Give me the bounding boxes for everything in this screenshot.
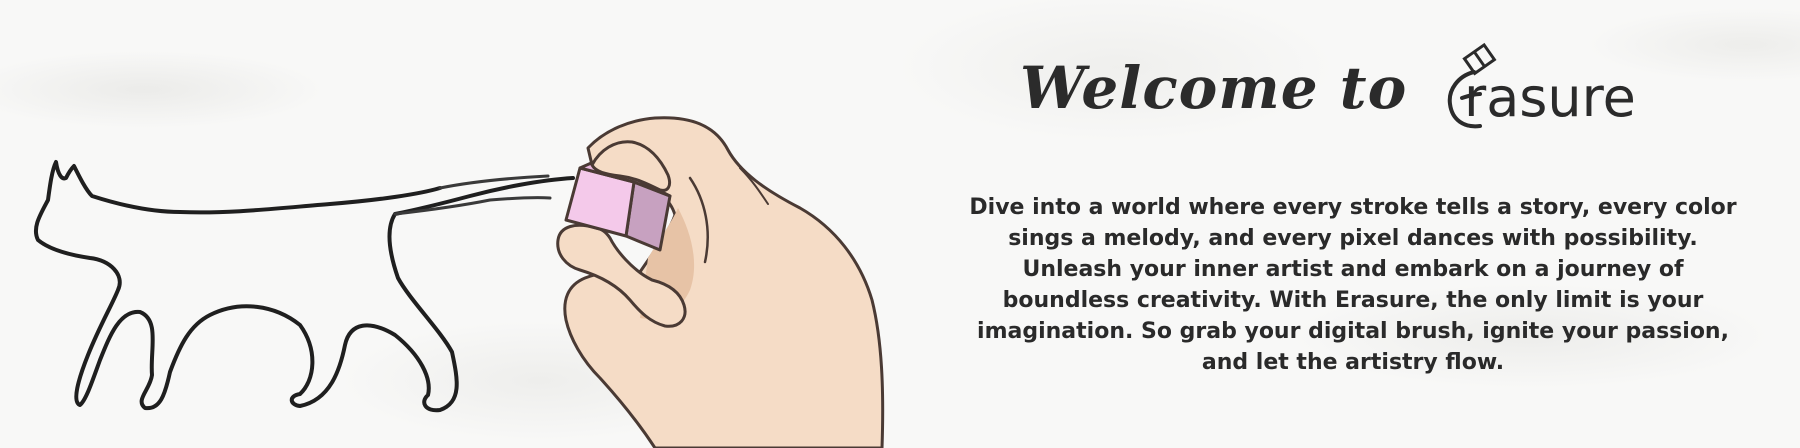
cat-sketch <box>33 160 575 413</box>
brand-name: rasure <box>1464 66 1636 129</box>
hero-section: Welcome to rasure Dive into a world wher… <box>0 0 1800 448</box>
welcome-prefix: Welcome to <box>1020 54 1408 122</box>
welcome-heading: Welcome to rasure <box>1000 36 1700 136</box>
hero-description: Dive into a world where every stroke tel… <box>969 195 1737 375</box>
cat-tail-lower <box>393 196 552 216</box>
brand-logo: rasure <box>1430 42 1660 132</box>
hero-illustration <box>33 116 885 448</box>
